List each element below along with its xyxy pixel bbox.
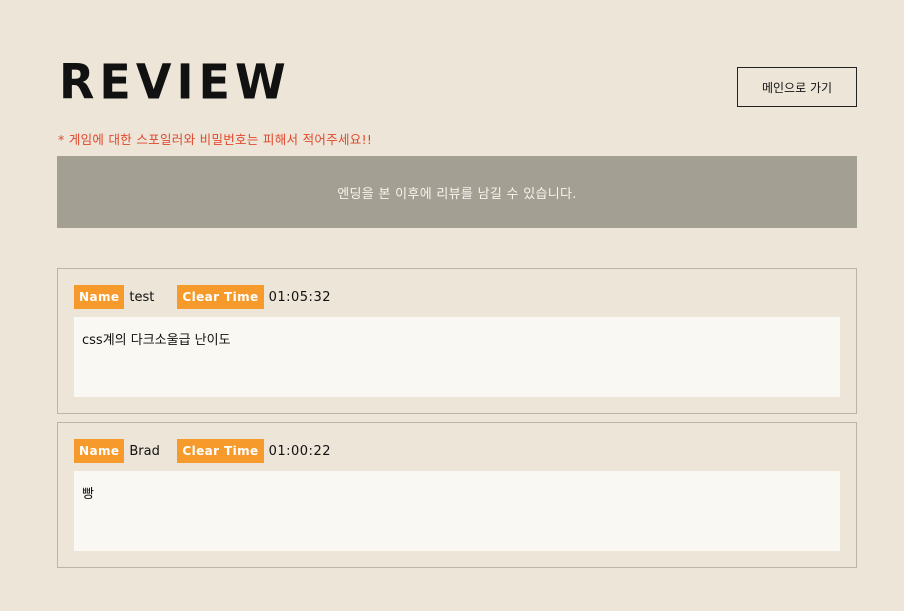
review-page: REVIEW 메인으로 가기 * 게임에 대한 스포일러와 비밀번호는 피해서 …: [0, 0, 904, 611]
name-tag: Name: [74, 439, 125, 463]
ending-notice-text: 엔딩을 본 이후에 리뷰를 남길 수 있습니다.: [337, 186, 577, 202]
review-content: 빵: [74, 471, 840, 551]
review-card: Name Brad Clear Time 01:00:22 빵: [57, 422, 857, 568]
review-content: css계의 다크소울급 난이도: [74, 317, 840, 397]
review-meta: Name Brad Clear Time 01:00:22: [74, 439, 331, 463]
clear-time-tag: Clear Time: [177, 439, 264, 463]
clear-time-value: 01:00:22: [268, 443, 331, 459]
review-card: Name test Clear Time 01:05:32 css계의 다크소울…: [57, 268, 857, 414]
ending-notice-box: 엔딩을 본 이후에 리뷰를 남길 수 있습니다.: [57, 156, 857, 228]
reviewer-name: Brad: [129, 443, 160, 459]
name-tag: Name: [74, 285, 125, 309]
spoiler-warning: * 게임에 대한 스포일러와 비밀번호는 피해서 적어주세요!!: [58, 132, 373, 147]
back-to-main-button[interactable]: 메인으로 가기: [737, 67, 857, 107]
reviewer-name: test: [129, 289, 155, 305]
page-title: REVIEW: [59, 53, 291, 110]
clear-time-value: 01:05:32: [268, 289, 331, 305]
clear-time-tag: Clear Time: [177, 285, 264, 309]
review-meta: Name test Clear Time 01:05:32: [74, 285, 331, 309]
